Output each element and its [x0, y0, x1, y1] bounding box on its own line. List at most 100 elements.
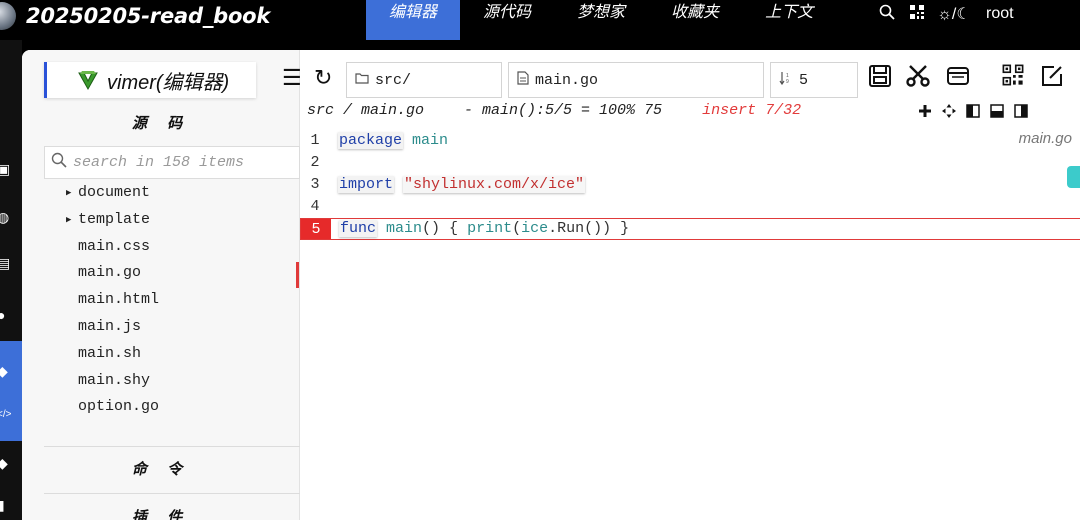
window-icon[interactable] — [946, 64, 970, 95]
search-input[interactable] — [73, 154, 293, 171]
split-right-icon[interactable] — [1014, 104, 1028, 121]
folder-icon — [355, 72, 369, 89]
status-mode: insert 7/32 — [702, 102, 802, 119]
tree-file-main-shy[interactable]: main.shy — [64, 368, 159, 395]
qrcode-icon[interactable] — [902, 4, 932, 25]
line-number: 4 — [310, 198, 320, 215]
bar-chart-icon[interactable]: ▮ — [0, 498, 11, 512]
tree-folder-document[interactable]: ▶ document — [64, 180, 159, 207]
section-plugin[interactable]: 插 件 — [22, 506, 300, 520]
divider — [44, 446, 300, 447]
menu-item-favorites[interactable]: 收藏夹 — [648, 0, 742, 40]
section-command[interactable]: 命 令 — [22, 458, 300, 479]
identifier: main — [386, 220, 423, 237]
top-bar: 20250205-read_book 编辑器 源代码 梦想家 收藏夹 上下文 ☼… — [0, 0, 1080, 40]
user-name[interactable]: root — [986, 5, 1014, 23]
path-field[interactable]: src/ — [346, 62, 502, 98]
file-icon — [517, 70, 529, 90]
identifier: print — [467, 220, 513, 237]
search-box — [44, 146, 300, 179]
code-line[interactable]: 1 package main — [300, 130, 1060, 152]
menu-item-editor[interactable]: 编辑器 — [366, 0, 461, 40]
tree-file-main-html[interactable]: main.html — [64, 287, 159, 314]
sort-icon: 19 — [779, 71, 793, 90]
main-menu: 编辑器 源代码 梦想家 收藏夹 上下文 — [366, 0, 836, 40]
search-icon — [51, 152, 67, 173]
plus-icon[interactable] — [918, 104, 932, 121]
menu-icon[interactable]: ☰ — [282, 64, 302, 92]
status-position: - main():5/5 = 100% 75 — [464, 102, 663, 119]
keyword: import — [338, 176, 395, 193]
menu-item-context[interactable]: 上下文 — [742, 0, 836, 40]
tree-folder-template[interactable]: ▶ template — [64, 207, 159, 234]
code-line[interactable]: 3 import "shylinux.com/x/ice" — [300, 174, 1060, 196]
save-icon[interactable] — [868, 64, 892, 95]
divider — [44, 493, 300, 494]
keyword: func — [339, 220, 378, 237]
nav-icon[interactable]: ◆ — [0, 456, 11, 470]
menu-item-dreamer[interactable]: 梦想家 — [554, 0, 648, 40]
sidebar: vimer(编辑器) 源 码 ▶document ▶template main.… — [22, 50, 300, 520]
keyword: package — [338, 132, 404, 149]
selected-file-marker — [296, 262, 299, 288]
line-number: 1 — [310, 132, 320, 149]
vim-logo-icon — [77, 69, 99, 91]
punctuation: ( — [512, 220, 522, 237]
code-icon[interactable]: </> — [0, 408, 11, 422]
punctuation: .Run()) } — [548, 220, 630, 237]
right-edge-tab[interactable] — [1067, 166, 1080, 188]
theme-toggle[interactable]: ☼/☾ — [932, 4, 976, 24]
tree-file-main-sh[interactable]: main.sh — [64, 341, 159, 368]
line-number: 5 — [301, 219, 331, 239]
identifier: ice — [521, 220, 549, 237]
tree-file-main-css[interactable]: main.css — [64, 234, 159, 261]
code-line[interactable]: 4 — [300, 196, 1060, 218]
rail-active-item[interactable] — [0, 341, 22, 441]
split-bottom-icon[interactable] — [990, 104, 1004, 121]
cut-icon[interactable] — [906, 64, 930, 95]
string-literal: "shylinux.com/x/ice" — [403, 176, 586, 193]
section-source[interactable]: 源 码 — [22, 112, 300, 133]
caret-right-icon: ▶ — [66, 214, 72, 225]
chat-icon[interactable]: ● — [0, 308, 11, 322]
svg-text:9: 9 — [786, 79, 789, 85]
status-line: src / main.go - main():5/5 = 100% 75 ins… — [307, 102, 801, 124]
diamond-icon[interactable]: ◆ — [0, 364, 11, 378]
punctuation: () { — [422, 220, 468, 237]
line-number: 2 — [310, 154, 320, 171]
move-icon[interactable] — [942, 104, 956, 121]
window-icon[interactable]: ▤ — [0, 256, 11, 270]
logo[interactable]: vimer(编辑器) — [44, 62, 256, 98]
app-title: 20250205-read_book — [26, 4, 271, 28]
caret-right-icon: ▶ — [66, 188, 72, 198]
search-icon[interactable] — [872, 4, 902, 25]
identifier: main — [412, 132, 449, 149]
tree-file-main-go[interactable]: main.go — [64, 260, 159, 287]
file-field[interactable]: main.go — [508, 62, 764, 98]
open-external-icon[interactable] — [1040, 64, 1064, 95]
code-line[interactable]: 2 — [300, 152, 1060, 174]
split-left-icon[interactable] — [966, 104, 980, 121]
calendar-icon[interactable]: ▣ — [0, 162, 11, 176]
tree-file-main-js[interactable]: main.js — [64, 314, 159, 341]
qrcode-icon[interactable] — [1002, 64, 1024, 93]
globe-icon[interactable] — [0, 2, 16, 30]
refresh-icon[interactable]: ↻ — [314, 64, 332, 92]
top-actions: ☼/☾ root — [872, 0, 1014, 28]
line-number: 3 — [310, 176, 320, 193]
editor-panel: vimer(编辑器) 源 码 ▶document ▶template main.… — [22, 50, 1080, 520]
status-path: src / main.go — [307, 102, 425, 119]
menu-item-source[interactable]: 源代码 — [460, 0, 554, 40]
logo-text: vimer(编辑器) — [107, 71, 230, 94]
line-field[interactable]: 19 5 — [770, 62, 858, 98]
layout-icons — [918, 104, 1028, 121]
left-rail: ▣ ◍ ▤ ● ◆ </> ◆ ▮ — [0, 40, 22, 520]
code-editor[interactable]: main.go 1 package main 2 3 import "shyli… — [300, 130, 1080, 520]
current-code-line[interactable]: 5 func main() { print(ice.Run()) } — [300, 218, 1080, 240]
tree-file-option-go[interactable]: option.go — [64, 394, 159, 421]
path-value: src/ — [375, 71, 412, 89]
line-value: 5 — [799, 71, 809, 89]
web-icon[interactable]: ◍ — [0, 210, 11, 224]
file-tree: ▶ document ▶ template main.css main.go mai… — [64, 180, 159, 421]
file-value: main.go — [535, 71, 599, 89]
